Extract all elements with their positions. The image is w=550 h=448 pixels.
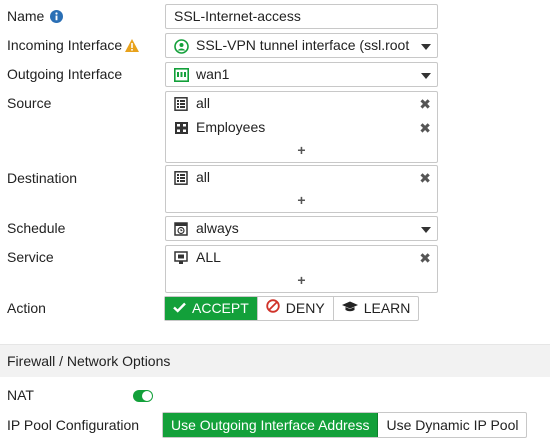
destination-label: Destination [7, 170, 78, 186]
name-label: Name [7, 8, 64, 26]
service-label: Service [7, 249, 54, 265]
outgoing-interface-value: wan1 [196, 66, 230, 82]
action-toggle-group: ACCEPT DENY LEARN [164, 296, 420, 321]
ip-pool-toggle-group: Use Outgoing Interface Address Use Dynam… [162, 412, 528, 438]
schedule-clock-icon [174, 222, 189, 239]
source-entry-label: Employees [196, 119, 266, 135]
incoming-interface-label: Incoming Interface [7, 37, 140, 55]
destination-field[interactable]: all ✖ + [165, 165, 438, 213]
address-group-icon [174, 121, 189, 138]
deny-button[interactable]: DENY [258, 297, 334, 320]
source-entry-label: all [196, 95, 211, 111]
firewall-network-options-header: Firewall / Network Options [0, 344, 550, 377]
incoming-interface-select[interactable]: SSL-VPN tunnel interface (ssl.root [165, 33, 438, 58]
use-dynamic-ip-pool-button[interactable]: Use Dynamic IP Pool [378, 413, 526, 437]
remove-icon[interactable]: ✖ [419, 96, 431, 113]
destination-entry-label: all [196, 169, 211, 185]
ssl-vpn-tunnel-icon [174, 39, 189, 57]
name-input[interactable]: SSL-Internet-access [165, 4, 438, 29]
schedule-select[interactable]: always [165, 216, 438, 241]
source-entry: all ✖ [166, 92, 437, 116]
checkmark-icon [173, 297, 186, 320]
destination-entry: all ✖ [166, 166, 437, 190]
add-icon[interactable]: + [166, 140, 437, 162]
graduation-cap-icon [341, 297, 358, 320]
remove-icon[interactable]: ✖ [419, 170, 431, 187]
address-icon [174, 171, 189, 188]
source-label: Source [7, 95, 52, 111]
service-entry-label: ALL [196, 249, 221, 265]
info-icon[interactable] [50, 10, 64, 26]
add-icon[interactable]: + [166, 190, 437, 212]
outgoing-interface-select[interactable]: wan1 [165, 62, 438, 87]
use-outgoing-interface-address-button[interactable]: Use Outgoing Interface Address [163, 413, 379, 437]
ip-pool-configuration-label: IP Pool Configuration [7, 417, 140, 433]
network-port-icon [174, 68, 189, 85]
accept-button[interactable]: ACCEPT [165, 297, 258, 320]
chevron-down-icon[interactable] [421, 73, 431, 79]
service-entry: ALL ✖ [166, 246, 437, 270]
add-icon[interactable]: + [166, 270, 437, 292]
remove-icon[interactable]: ✖ [419, 120, 431, 137]
toggle-knob [142, 391, 152, 401]
warning-icon[interactable] [125, 39, 140, 55]
deny-icon [266, 297, 280, 320]
source-field[interactable]: all ✖ Employees ✖ + [165, 91, 438, 163]
schedule-value: always [196, 220, 239, 236]
schedule-label: Schedule [7, 220, 66, 236]
remove-icon[interactable]: ✖ [419, 250, 431, 267]
source-entry: Employees ✖ [166, 116, 437, 140]
address-icon [174, 97, 189, 114]
incoming-interface-value: SSL-VPN tunnel interface (ssl.root [196, 37, 410, 53]
learn-button[interactable]: LEARN [334, 297, 419, 320]
chevron-down-icon[interactable] [421, 44, 431, 50]
nat-toggle[interactable] [133, 390, 153, 402]
outgoing-interface-label: Outgoing Interface [7, 66, 123, 82]
nat-label: NAT [7, 387, 34, 403]
service-field[interactable]: ALL ✖ + [165, 245, 438, 293]
action-label: Action [7, 300, 46, 316]
service-icon [174, 251, 189, 268]
chevron-down-icon[interactable] [421, 227, 431, 233]
